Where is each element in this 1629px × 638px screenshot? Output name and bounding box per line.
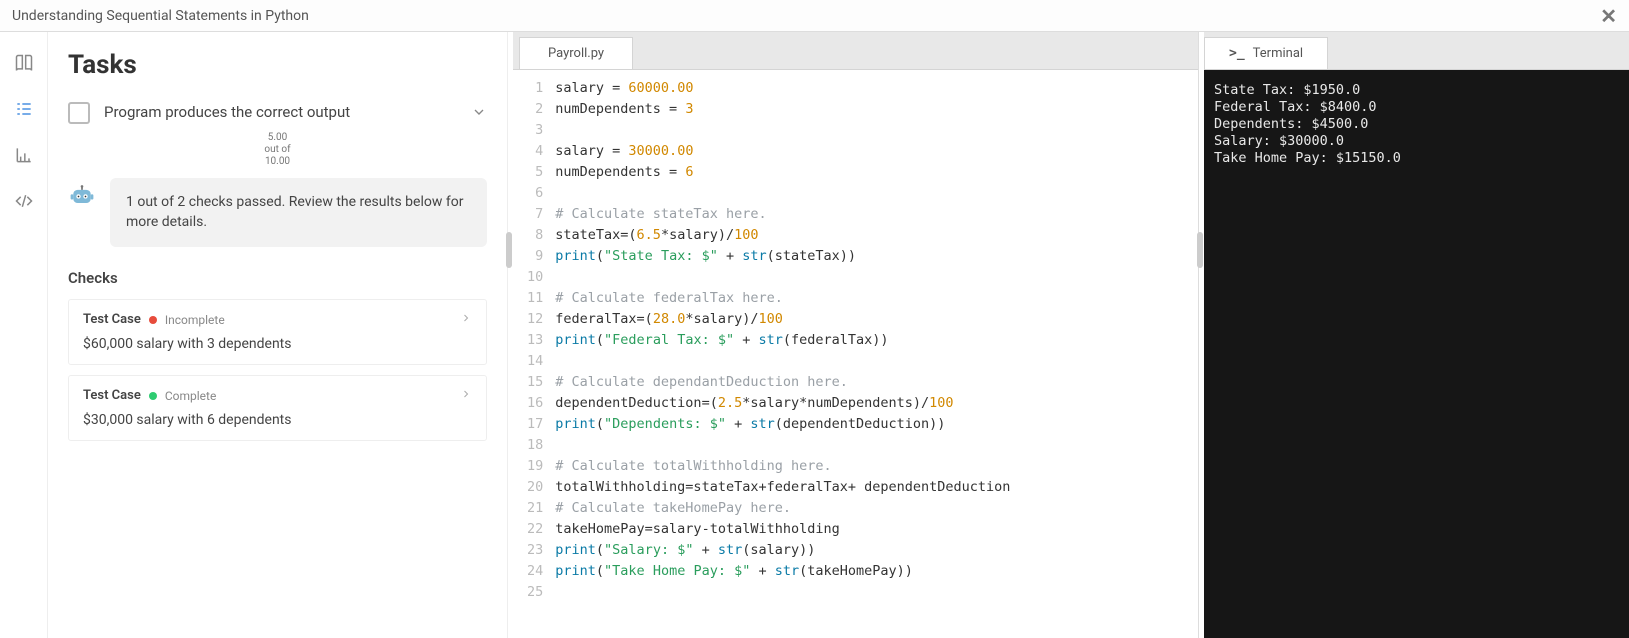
- terminal-panel: >_ Terminal State Tax: $1950.0 Federal T…: [1204, 32, 1629, 638]
- robot-icon: [68, 182, 96, 210]
- feedback-row: 1 out of 2 checks passed. Review the res…: [68, 178, 487, 247]
- titlebar: Understanding Sequential Statements in P…: [0, 0, 1629, 32]
- task-checkbox[interactable]: [68, 102, 90, 124]
- resize-handle[interactable]: [508, 32, 513, 638]
- chart-icon[interactable]: [13, 144, 35, 166]
- line-gutter: 1234567891011121314151617181920212223242…: [513, 70, 551, 638]
- task-text: Program produces the correct output: [104, 102, 457, 121]
- terminal-tab[interactable]: >_ Terminal: [1204, 37, 1328, 69]
- check-item[interactable]: Test Case Incomplete $60,000 salary with…: [68, 299, 487, 365]
- window-title: Understanding Sequential Statements in P…: [12, 8, 309, 24]
- tasks-heading: Tasks: [68, 50, 487, 80]
- feedback-message: 1 out of 2 checks passed. Review the res…: [110, 178, 487, 247]
- chevron-right-icon[interactable]: [460, 312, 472, 328]
- code-content[interactable]: salary = 60000.00numDependents = 3 salar…: [551, 70, 1010, 638]
- test-case-label: Test Case: [83, 388, 141, 403]
- test-case-label: Test Case: [83, 312, 141, 327]
- nav-rail: [0, 32, 48, 638]
- editor-tab-strip: Payroll.py: [513, 32, 1198, 70]
- task-score: 5.00 out of 10.00: [68, 132, 487, 168]
- tasks-panel: Tasks Program produces the correct outpu…: [48, 32, 508, 638]
- chevron-right-icon[interactable]: [460, 388, 472, 404]
- code-icon[interactable]: [13, 190, 35, 212]
- current-task-row[interactable]: Program produces the correct output: [68, 102, 487, 124]
- status-dot-complete: [149, 392, 157, 400]
- main-layout: Tasks Program produces the correct outpu…: [0, 32, 1629, 638]
- book-icon[interactable]: [13, 52, 35, 74]
- resize-handle[interactable]: [1199, 32, 1204, 638]
- status-dot-incomplete: [149, 316, 157, 324]
- status-text: Complete: [165, 389, 217, 403]
- code-editor[interactable]: 1234567891011121314151617181920212223242…: [513, 70, 1198, 638]
- chevron-down-icon[interactable]: [471, 102, 487, 124]
- terminal-tab-label: Terminal: [1253, 46, 1303, 61]
- terminal-tab-strip: >_ Terminal: [1204, 32, 1629, 70]
- terminal-output[interactable]: State Tax: $1950.0 Federal Tax: $8400.0 …: [1204, 70, 1629, 638]
- check-description: $60,000 salary with 3 dependents: [83, 336, 472, 352]
- close-icon[interactable]: ✕: [1600, 4, 1617, 28]
- editor-tab[interactable]: Payroll.py: [519, 37, 633, 69]
- check-item[interactable]: Test Case Complete $30,000 salary with 6…: [68, 375, 487, 441]
- checks-heading: Checks: [68, 269, 487, 287]
- editor-panel: Payroll.py 12345678910111213141516171819…: [513, 32, 1199, 638]
- prompt-icon: >_: [1229, 46, 1245, 61]
- check-description: $30,000 salary with 6 dependents: [83, 412, 472, 428]
- tasks-icon[interactable]: [13, 98, 35, 120]
- status-text: Incomplete: [165, 313, 225, 327]
